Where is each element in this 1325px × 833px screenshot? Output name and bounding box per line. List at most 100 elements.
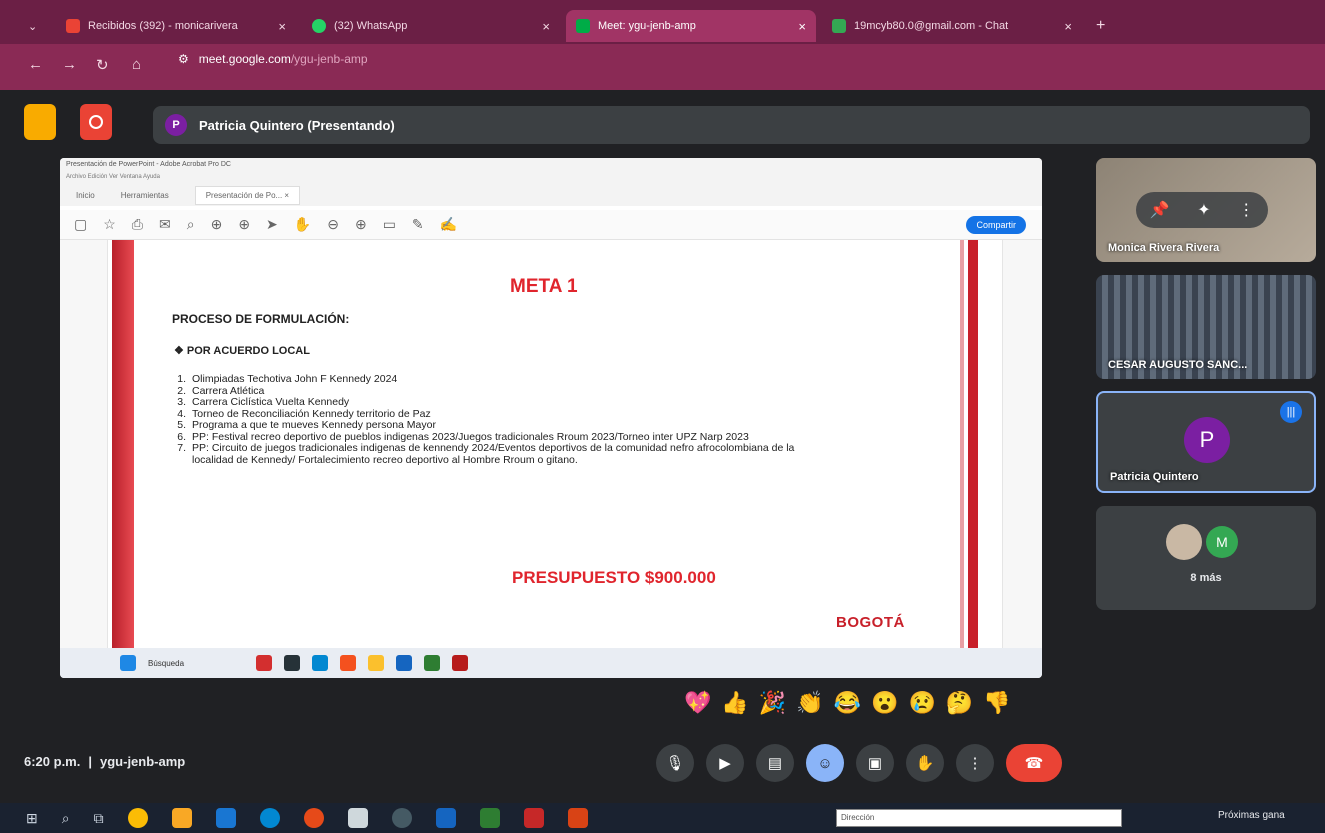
folder-icon[interactable]	[171, 808, 192, 828]
excel-icon	[424, 655, 441, 671]
acrobat-menu: Archivo Edición Ver Ventana Ayuda	[60, 172, 1042, 184]
tab-whatsapp[interactable]: (32) WhatsApp ×	[302, 10, 560, 42]
acrobat-tabs: Inicio Herramientas Presentación de Po..…	[60, 184, 1042, 206]
meeting-code: ygu-jenb-amp	[100, 754, 186, 769]
tab-home[interactable]: Inicio	[76, 191, 95, 200]
tab-tools[interactable]: Herramientas	[121, 191, 169, 200]
microphone-button[interactable]: 🎙	[656, 744, 694, 782]
more-options-icon: ⋮	[967, 755, 983, 772]
page-up-icon[interactable]: ⊕	[211, 216, 223, 233]
effects-icon[interactable]: ✦	[1197, 200, 1210, 220]
close-icon[interactable]: ×	[542, 19, 550, 34]
reaction-thumbs-down-icon[interactable]: 👎	[983, 690, 1010, 716]
windows-start-icon[interactable]: ⊞	[26, 810, 38, 827]
speaking-indicator-icon: |||	[1280, 401, 1302, 423]
firefox-icon[interactable]	[303, 808, 324, 828]
camera-icon: ▶	[719, 755, 731, 772]
news-widget[interactable]: Próximas gana	[1218, 810, 1285, 821]
captions-icon: ▤	[767, 755, 783, 772]
reactions-button[interactable]: ☺	[806, 744, 844, 782]
browser-toolbar	[0, 44, 1325, 90]
tab-label: (32) WhatsApp	[334, 20, 408, 32]
hand-icon[interactable]: ✋	[294, 216, 311, 233]
search-icon[interactable]: ⌕	[62, 810, 70, 827]
acrobat-right-rail	[1002, 240, 1042, 648]
bogota-logo: BOGOTÁ	[836, 614, 905, 631]
reaction-clap-icon[interactable]: 👏	[796, 690, 823, 716]
present-button[interactable]: ▣	[856, 744, 894, 782]
sign-icon[interactable]: ✍	[440, 216, 457, 233]
list-item: 7. PP: Circuito de juegos tradicionales i…	[177, 442, 795, 466]
participant-tile[interactable]: CESAR AUGUSTO SANC...	[1096, 275, 1316, 379]
site-info-icon[interactable]: ⚙	[178, 52, 189, 66]
calendar-icon[interactable]	[347, 808, 368, 828]
edge-icon[interactable]	[259, 808, 280, 828]
reload-icon[interactable]: ↻	[96, 56, 109, 74]
gmail-icon	[66, 19, 80, 33]
separator: |	[88, 754, 92, 769]
acrobat-icon[interactable]	[523, 808, 544, 828]
tab-document[interactable]: Presentación de Po... ×	[194, 185, 301, 205]
reaction-thinking-icon[interactable]: 🤔	[946, 690, 973, 716]
close-icon[interactable]: ×	[1064, 19, 1072, 34]
tab-gmail[interactable]: Recibidos (392) - monicarivera ×	[56, 10, 296, 42]
zoom-out-icon[interactable]: ⊖	[327, 216, 339, 233]
emoji-icon: ☺	[817, 754, 833, 772]
address-bar[interactable]: ⚙ meet.google.com/ygu-jenb-amp	[178, 52, 368, 66]
reaction-sad-icon[interactable]: 😢	[908, 690, 935, 716]
page-down-icon[interactable]: ⊕	[238, 216, 250, 233]
shared-taskbar: Búsqueda	[60, 648, 1042, 678]
close-icon[interactable]: ×	[798, 19, 806, 34]
more-options-button[interactable]: ⋮	[956, 744, 994, 782]
more-participants-tile[interactable]: M 8 más	[1096, 506, 1316, 610]
save-icon[interactable]: ▢	[74, 216, 87, 233]
reaction-surprised-icon[interactable]: 😮	[871, 690, 898, 716]
reaction-heart-icon[interactable]: 💖	[684, 690, 711, 716]
back-icon[interactable]: ←	[28, 56, 43, 73]
pin-icon[interactable]: 📌	[1150, 200, 1170, 220]
reaction-laugh-icon[interactable]: 😂	[834, 690, 861, 716]
media-player-icon[interactable]	[391, 808, 412, 828]
leave-call-button[interactable]: ☎	[1006, 744, 1062, 782]
close-icon[interactable]: ×	[278, 19, 286, 34]
powerpoint-icon[interactable]	[567, 808, 588, 828]
record-icon	[89, 115, 103, 129]
folder-icon[interactable]	[24, 104, 56, 140]
participant-tile[interactable]: 📌 ✦ ⋮ Monica Rivera Rivera	[1096, 158, 1316, 262]
camera-button[interactable]: ▶	[706, 744, 744, 782]
tab-meet[interactable]: Meet: ygu-jenb-amp ×	[566, 10, 816, 42]
mail-icon[interactable]	[215, 808, 236, 828]
task-view-icon[interactable]: ⧉	[94, 810, 104, 827]
address-field[interactable]: Dirección	[836, 809, 1122, 827]
browser-tab-bar: ⌄ Recibidos (392) - monicarivera × (32) …	[0, 0, 1325, 44]
print-icon[interactable]: ⎙	[132, 216, 143, 233]
chrome-icon[interactable]	[127, 808, 148, 828]
tab-search-button[interactable]: ⌄	[18, 10, 50, 42]
tab-chat[interactable]: 19mcyb80.0@gmail.com - Chat ×	[822, 10, 1082, 42]
mail-icon[interactable]: ✉	[159, 216, 171, 233]
excel-icon[interactable]	[479, 808, 500, 828]
participant-tile[interactable]: P ||| Patricia Quintero	[1096, 391, 1316, 493]
raise-hand-button[interactable]: ✋	[906, 744, 944, 782]
share-button[interactable]: Compartir	[966, 216, 1026, 234]
cursor-icon[interactable]: ➤	[266, 216, 278, 233]
pen-icon[interactable]: ✎	[412, 216, 424, 233]
zoom-in-icon[interactable]: ⊕	[355, 216, 367, 233]
forward-icon[interactable]: →	[62, 56, 77, 73]
new-tab-button[interactable]: +	[1086, 10, 1116, 42]
word-icon[interactable]	[435, 808, 456, 828]
comment-icon[interactable]: ▭	[383, 216, 396, 233]
hand-icon: ✋	[915, 755, 935, 772]
home-icon[interactable]: ⌂	[132, 56, 141, 73]
taskbar-search: Búsqueda	[148, 658, 185, 668]
url-path: /ygu-jenb-amp	[290, 52, 368, 66]
reaction-party-icon[interactable]: 🎉	[759, 690, 786, 716]
record-button[interactable]	[80, 104, 112, 140]
search-icon[interactable]: ⌕	[187, 216, 195, 233]
avatar: P	[165, 114, 187, 136]
slide-list: 1. Olimpiadas Techotiva John F Kennedy 20…	[174, 373, 814, 466]
star-icon[interactable]: ☆	[103, 216, 116, 233]
reaction-thumbs-up-icon[interactable]: 👍	[721, 690, 748, 716]
captions-button[interactable]: ▤	[756, 744, 794, 782]
more-options-icon[interactable]: ⋮	[1238, 200, 1254, 220]
